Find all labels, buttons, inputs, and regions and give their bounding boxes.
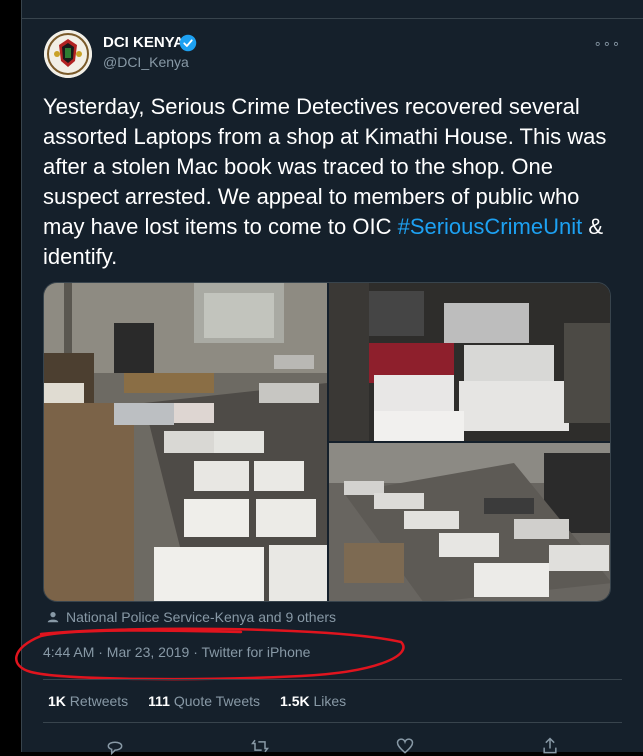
divider: [43, 679, 622, 680]
left-gutter: [0, 0, 21, 752]
like-icon[interactable]: [395, 736, 415, 756]
photo-left: [44, 283, 327, 601]
divider: [43, 722, 622, 723]
engagement-stats: 1K Retweets 111 Quote Tweets 1.5K Likes: [48, 693, 346, 709]
verified-badge-icon: [179, 34, 197, 52]
retweets-count: 1K: [48, 693, 66, 709]
quotes-label: Quote Tweets: [173, 693, 261, 709]
tweet-text: Yesterday, Serious Crime Detectives reco…: [43, 92, 613, 272]
photo-bottom-right: [329, 443, 610, 601]
laptops-photo-collage: [44, 283, 610, 601]
hashtag-link[interactable]: #SeriousCrimeUnit: [398, 214, 583, 239]
tweet-panel: DCI KENYA @DCI_Kenya ∘∘∘ Yesterday, Seri…: [15, 0, 643, 756]
dci-emblem-icon: [44, 30, 92, 78]
tagged-users[interactable]: National Police Service-Kenya and 9 othe…: [46, 609, 336, 625]
likes-label: Likes: [313, 693, 347, 709]
quotes-stat[interactable]: 111 Quote Tweets: [148, 693, 260, 709]
tweet-timestamp[interactable]: 4:44 AM · Mar 23, 2019 · Twitter for iPh…: [43, 644, 310, 660]
author-handle[interactable]: @DCI_Kenya: [103, 54, 189, 70]
retweets-label: Retweets: [69, 693, 129, 709]
top-divider: [22, 18, 643, 19]
reply-icon[interactable]: [105, 736, 125, 756]
share-icon[interactable]: [540, 736, 560, 756]
likes-count: 1.5K: [280, 693, 310, 709]
retweet-icon[interactable]: [250, 736, 270, 756]
person-icon: [47, 612, 59, 623]
media-grid[interactable]: [43, 282, 611, 602]
quotes-count: 111: [148, 693, 170, 709]
likes-stat[interactable]: 1.5K Likes: [280, 693, 346, 709]
action-bar: [43, 736, 622, 756]
avatar[interactable]: [44, 30, 92, 78]
retweets-stat[interactable]: 1K Retweets: [48, 693, 128, 709]
photo-top-right: [329, 283, 610, 441]
author-name[interactable]: DCI KENYA: [103, 34, 184, 51]
more-options-icon[interactable]: ∘∘∘: [594, 36, 621, 52]
tagged-users-label: National Police Service-Kenya and 9 othe…: [66, 609, 337, 625]
